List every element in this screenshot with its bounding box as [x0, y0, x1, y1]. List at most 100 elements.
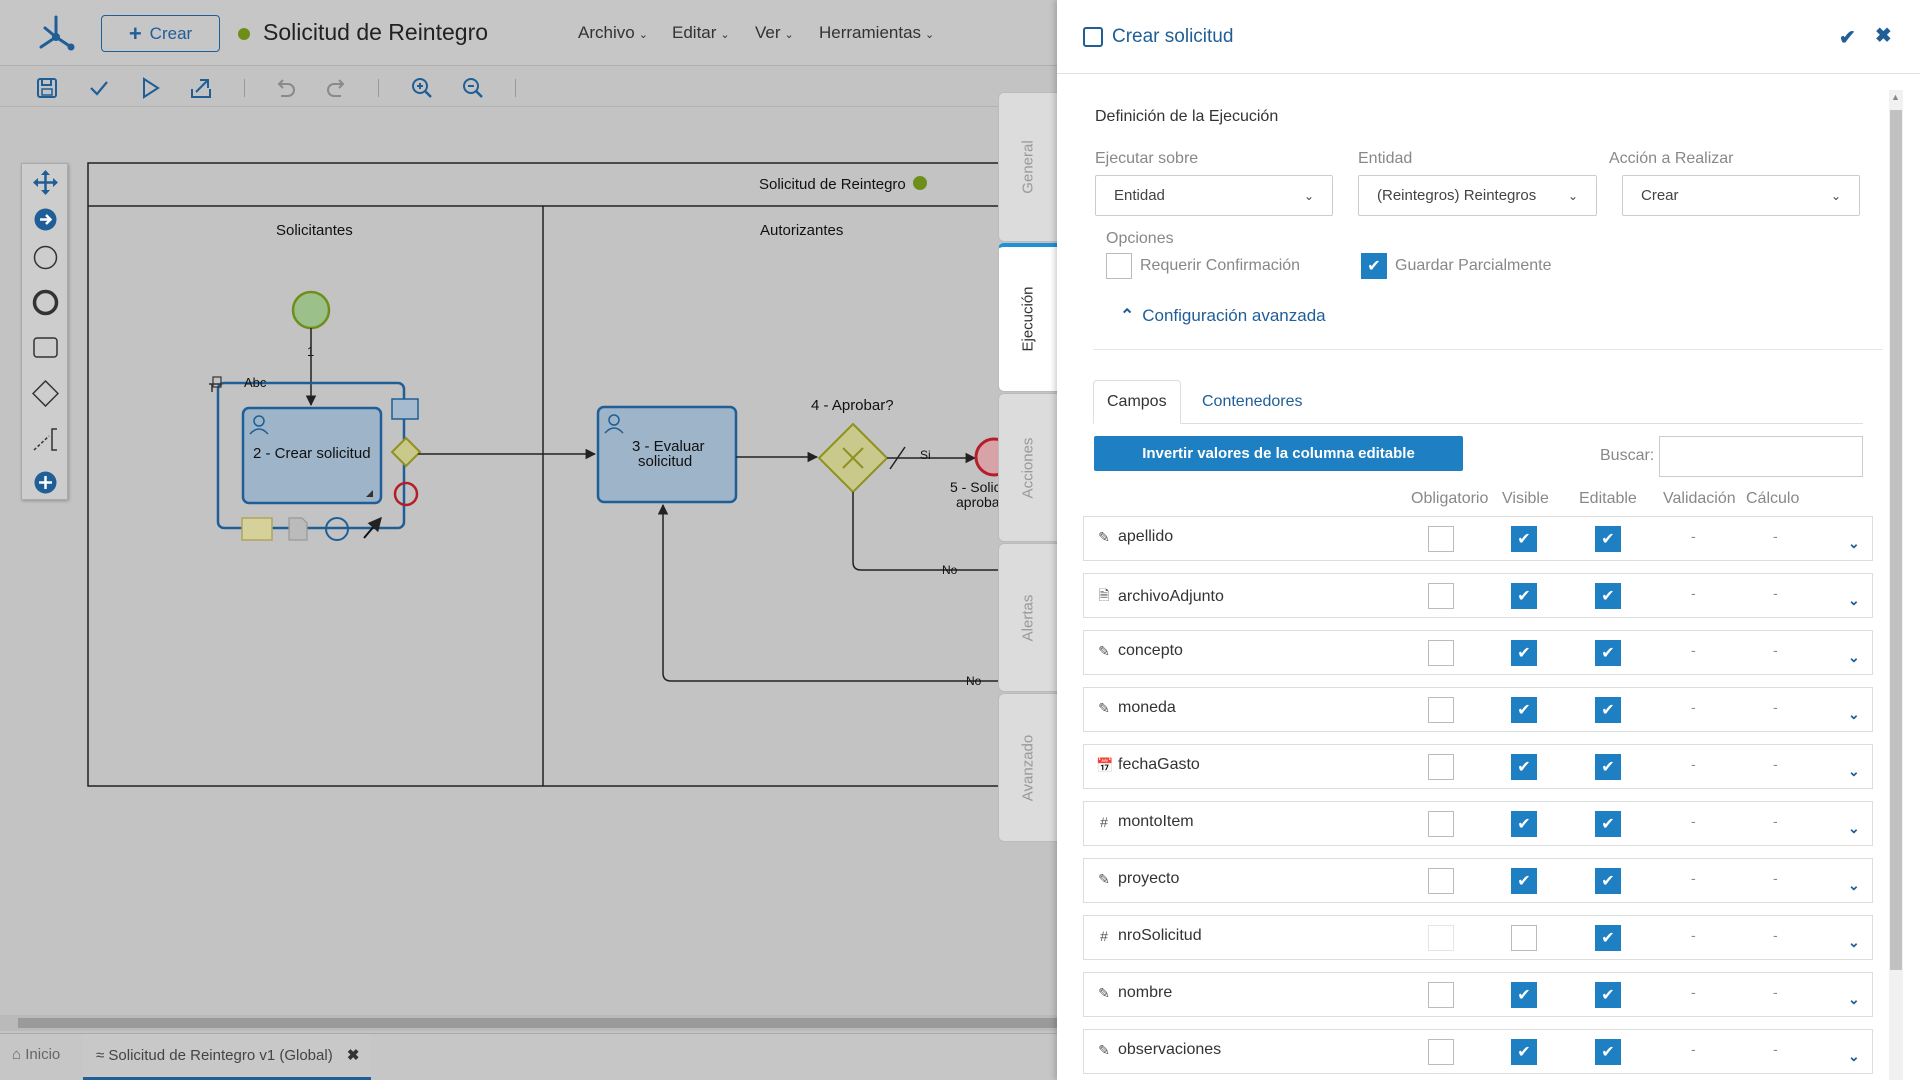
requerir-confirmacion-option[interactable]: Requerir Confirmación	[1106, 253, 1300, 279]
requerir-checkbox[interactable]	[1106, 253, 1132, 279]
advanced-config-toggle[interactable]: ⌃ Configuración avanzada	[1120, 306, 1326, 326]
annotation-tool-icon[interactable]	[32, 426, 59, 453]
zoom-in-icon[interactable]	[409, 75, 435, 101]
table-row[interactable]: ✎ proyecto ✔ ✔ - - ⌄	[1083, 858, 1873, 903]
visible-checkbox[interactable]: ✔	[1511, 868, 1537, 894]
side-tab-general[interactable]: General	[998, 92, 1057, 242]
task-tool-icon[interactable]	[32, 334, 59, 361]
pad-gateway-icon[interactable]	[390, 436, 422, 468]
table-row[interactable]: ✎ concepto ✔ ✔ - - ⌄	[1083, 630, 1873, 675]
panel-scrollbar[interactable]: ▲	[1889, 90, 1903, 1080]
save-icon[interactable]	[34, 75, 60, 101]
visible-checkbox[interactable]: ✔	[1511, 1039, 1537, 1065]
expand-row-icon[interactable]: ⌄	[1848, 535, 1860, 552]
invert-editable-button[interactable]: Invertir valores de la columna editable	[1094, 436, 1463, 471]
tab-contenedores[interactable]: Contenedores	[1189, 380, 1316, 424]
visible-checkbox[interactable]: ✔	[1511, 526, 1537, 552]
validate-icon[interactable]	[86, 75, 112, 101]
obligatorio-checkbox[interactable]	[1428, 640, 1454, 666]
obligatorio-checkbox[interactable]	[1428, 1039, 1454, 1065]
obligatorio-checkbox[interactable]	[1428, 925, 1454, 951]
diagram-canvas[interactable]: Solicitud de Reintegro Solicitantes Auto…	[0, 107, 1057, 1012]
visible-checkbox[interactable]	[1511, 925, 1537, 951]
guardar-checkbox[interactable]: ✔	[1361, 253, 1387, 279]
editable-checkbox[interactable]: ✔	[1595, 811, 1621, 837]
horizontal-scrollbar[interactable]	[0, 1015, 1058, 1031]
redo-icon[interactable]	[324, 75, 350, 101]
editable-checkbox[interactable]: ✔	[1595, 583, 1621, 609]
side-tab-alertas[interactable]: Alertas	[998, 543, 1057, 692]
connect-tool-icon[interactable]	[32, 206, 59, 233]
table-row[interactable]: ✎ observaciones ✔ ✔ - - ⌄	[1083, 1029, 1873, 1074]
obligatorio-checkbox[interactable]	[1428, 754, 1454, 780]
obligatorio-checkbox[interactable]	[1428, 811, 1454, 837]
editable-checkbox[interactable]: ✔	[1595, 697, 1621, 723]
start-event-tool-icon[interactable]	[32, 244, 59, 271]
add-tool-icon[interactable]	[32, 469, 59, 496]
entidad-select[interactable]: (Reintegros) Reintegros ⌄	[1358, 175, 1597, 216]
publish-icon[interactable]	[188, 75, 214, 101]
visible-checkbox[interactable]: ✔	[1511, 982, 1537, 1008]
table-row[interactable]: ✎ moneda ✔ ✔ - - ⌄	[1083, 687, 1873, 732]
guardar-parcialmente-option[interactable]: ✔ Guardar Parcialmente	[1361, 253, 1552, 279]
crear-button[interactable]: + Crear	[101, 15, 220, 52]
pad-note-icon[interactable]	[241, 517, 273, 541]
expand-row-icon[interactable]: ⌄	[1848, 991, 1860, 1008]
side-tab-ejecucion[interactable]: Ejecución	[998, 243, 1057, 392]
menu-herramientas[interactable]: Herramientas ⌄	[819, 23, 934, 43]
start-event[interactable]	[291, 290, 331, 330]
obligatorio-checkbox[interactable]	[1428, 982, 1454, 1008]
visible-checkbox[interactable]: ✔	[1511, 754, 1537, 780]
accion-select[interactable]: Crear ⌄	[1622, 175, 1860, 216]
table-row[interactable]: # nroSolicitud ✔ - - ⌄	[1083, 915, 1873, 960]
editable-checkbox[interactable]: ✔	[1595, 754, 1621, 780]
ejecutar-select[interactable]: Entidad ⌄	[1095, 175, 1333, 216]
gateway-tool-icon[interactable]	[32, 380, 59, 407]
editable-checkbox[interactable]: ✔	[1595, 982, 1621, 1008]
table-row[interactable]: ✎ nombre ✔ ✔ - - ⌄	[1083, 972, 1873, 1017]
end-event-tool-icon[interactable]	[32, 289, 59, 316]
tab-solicitud-reintegro[interactable]: ≈ Solicitud de Reintegro v1 (Global) ✖	[83, 1034, 371, 1080]
visible-checkbox[interactable]: ✔	[1511, 583, 1537, 609]
expand-row-icon[interactable]: ⌄	[1848, 649, 1860, 666]
editable-checkbox[interactable]: ✔	[1595, 868, 1621, 894]
pool[interactable]	[87, 162, 1057, 787]
expand-row-icon[interactable]: ⌄	[1848, 934, 1860, 951]
obligatorio-checkbox[interactable]	[1428, 583, 1454, 609]
side-tab-avanzado[interactable]: Avanzado	[998, 693, 1057, 842]
undo-icon[interactable]	[272, 75, 298, 101]
editable-checkbox[interactable]: ✔	[1595, 1039, 1621, 1065]
close-icon[interactable]: ✖	[1875, 23, 1892, 48]
table-row[interactable]: # montoItem ✔ ✔ - - ⌄	[1083, 801, 1873, 846]
search-input[interactable]	[1659, 436, 1863, 477]
tab-inicio[interactable]: ⌂ Inicio	[12, 1046, 60, 1063]
table-row[interactable]: ✎ apellido ✔ ✔ - - ⌄	[1083, 516, 1873, 561]
obligatorio-checkbox[interactable]	[1428, 526, 1454, 552]
app-logo-icon[interactable]	[36, 13, 76, 53]
expand-row-icon[interactable]: ⌄	[1848, 706, 1860, 723]
pad-end-icon[interactable]	[393, 481, 419, 507]
editable-checkbox[interactable]: ✔	[1595, 526, 1621, 552]
scrollbar-thumb[interactable]	[18, 1018, 1058, 1028]
scrollbar-thumb[interactable]	[1890, 110, 1902, 970]
pad-task-icon[interactable]	[391, 398, 419, 420]
obligatorio-checkbox[interactable]	[1428, 868, 1454, 894]
visible-checkbox[interactable]: ✔	[1511, 640, 1537, 666]
side-tab-acciones[interactable]: Acciones	[998, 393, 1057, 542]
table-row[interactable]: 📅 fechaGasto ✔ ✔ - - ⌄	[1083, 744, 1873, 789]
editable-checkbox[interactable]: ✔	[1595, 925, 1621, 951]
expand-row-icon[interactable]: ⌄	[1848, 592, 1860, 609]
pad-doc-icon[interactable]	[288, 517, 308, 541]
expand-row-icon[interactable]: ⌄	[1848, 1048, 1860, 1065]
visible-checkbox[interactable]: ✔	[1511, 811, 1537, 837]
menu-editar[interactable]: Editar ⌄	[672, 23, 730, 43]
menu-archivo[interactable]: Archivo ⌄	[578, 23, 648, 43]
expand-row-icon[interactable]: ⌄	[1848, 877, 1860, 894]
close-tab-icon[interactable]: ✖	[347, 1047, 360, 1064]
visible-checkbox[interactable]: ✔	[1511, 697, 1537, 723]
menu-ver[interactable]: Ver ⌄	[755, 23, 794, 43]
move-tool-icon[interactable]	[32, 169, 59, 196]
table-row[interactable]: 🗎 archivoAdjunto ✔ ✔ - - ⌄	[1083, 573, 1873, 618]
expand-row-icon[interactable]: ⌄	[1848, 763, 1860, 780]
tab-campos[interactable]: Campos	[1093, 380, 1181, 424]
